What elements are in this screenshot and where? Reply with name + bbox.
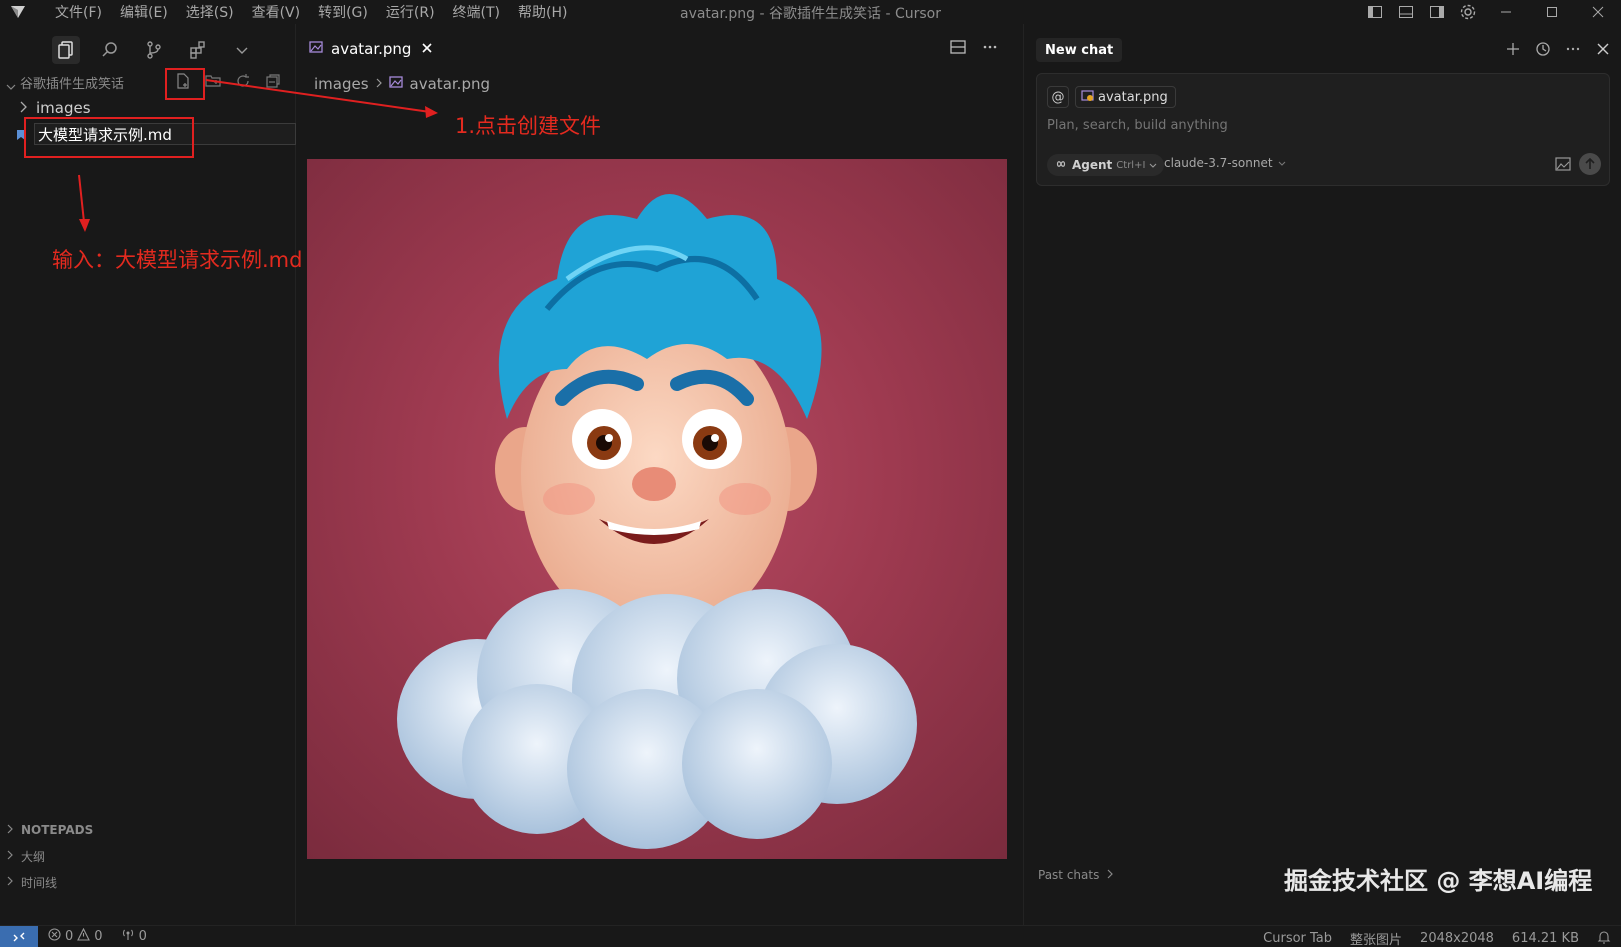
notifications-bell-icon[interactable] <box>1597 930 1611 947</box>
image-view-mode[interactable]: 整张图片 <box>1350 929 1402 947</box>
cursor-tab-status[interactable]: Cursor Tab <box>1263 931 1332 946</box>
image-dimensions: 2048x2048 <box>1420 931 1494 946</box>
error-count: 0 <box>65 929 74 944</box>
warning-count: 0 <box>94 929 103 944</box>
remote-indicator-icon[interactable] <box>0 925 38 947</box>
annotation-click-create: 1.点击创建文件 <box>455 114 602 138</box>
file-size: 614.21 KB <box>1511 931 1579 946</box>
problems-indicator[interactable]: 0 0 <box>48 927 103 945</box>
error-icon <box>48 928 61 945</box>
ports-indicator[interactable]: 0 <box>121 928 147 945</box>
annotation-arrows <box>78 79 438 232</box>
warning-icon <box>77 927 91 945</box>
ports-count: 0 <box>138 929 147 944</box>
status-right: Cursor Tab 整张图片 2048x2048 614.21 KB <box>1263 929 1611 947</box>
annotation-input-hint: 输入：大模型请求示例.md <box>52 248 303 272</box>
status-bar: 0 0 0 Cursor Tab 整张图片 2048x2048 614.21 K… <box>0 925 1621 947</box>
broadcast-icon <box>121 928 135 945</box>
